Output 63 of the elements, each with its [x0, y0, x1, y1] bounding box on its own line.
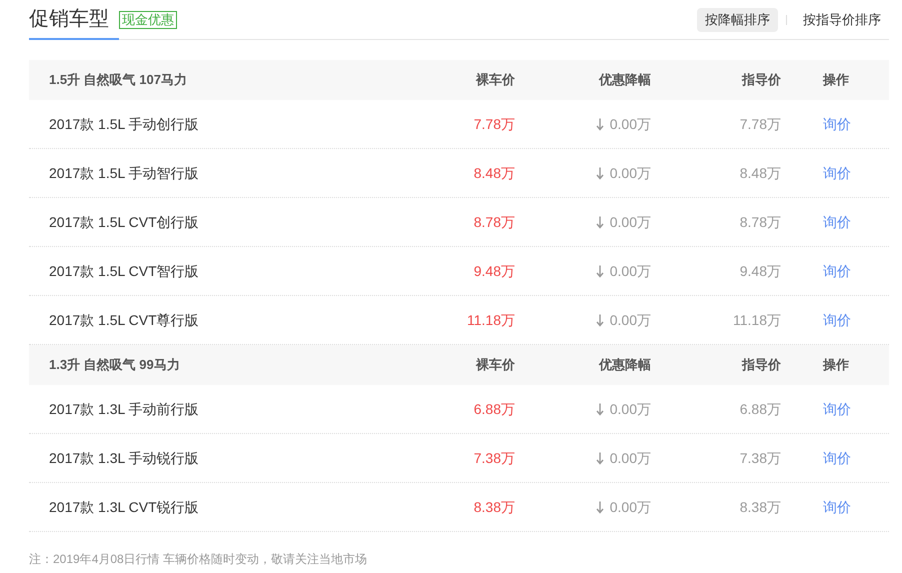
column-header: 优惠降幅 — [598, 356, 651, 374]
down-arrow-icon — [596, 314, 604, 326]
down-arrow-icon — [596, 166, 604, 180]
down-arrow-icon — [596, 216, 604, 228]
inquiry-link[interactable]: 询价 — [823, 496, 851, 518]
price-cell-text: 11.18万 — [466, 310, 515, 330]
column-header: 裸车价 — [474, 71, 515, 90]
inquiry-link[interactable]: 询价 — [823, 114, 851, 134]
model-name: 2017款 1.5L 手动创行版 — [48, 114, 200, 134]
inquiry-link[interactable]: 询价 — [823, 398, 851, 420]
down-arrow-icon — [596, 500, 604, 514]
guide-price-cell-text: 8.78万 — [738, 212, 781, 232]
model-name: 2017款 1.5L 手动智行版 — [48, 164, 200, 182]
down-arrow-icon — [596, 118, 604, 130]
sort-button[interactable]: 按指导价排序 — [795, 8, 889, 32]
guide-price-cell-text: 6.88万 — [738, 400, 781, 418]
price-cell-text: 9.48万 — [472, 262, 515, 280]
section-title[interactable]: 促销车型 — [29, 4, 109, 34]
column-header: 操作 — [823, 71, 849, 90]
sort-button[interactable]: 按降幅排序 — [697, 8, 778, 32]
inquiry-link[interactable]: 询价 — [823, 212, 851, 232]
engine-spec: 1.5升 自然吸气 107马力 — [48, 71, 188, 90]
column-header: 裸车价 — [474, 356, 515, 374]
guide-price-cell-text: 7.78万 — [738, 114, 781, 134]
inquiry-link[interactable]: 询价 — [823, 162, 851, 184]
guide-price-cell-text: 8.38万 — [738, 498, 781, 516]
cash-discount-tag: 现金优惠 — [119, 10, 177, 28]
price-cell-text: 6.88万 — [472, 400, 515, 418]
column-header: 操作 — [823, 356, 849, 374]
discount-cell-text: 0.00万 — [610, 164, 651, 182]
discount-cell-text: 0.00万 — [610, 310, 651, 330]
inquiry-link[interactable]: 询价 — [823, 260, 851, 282]
discount-cell-text: 0.00万 — [610, 114, 651, 134]
inquiry-link[interactable]: 询价 — [823, 448, 851, 468]
column-header: 指导价 — [740, 356, 781, 374]
model-name: 2017款 1.5L CVT智行版 — [48, 262, 200, 280]
price-cell-text: 8.48万 — [472, 164, 515, 182]
model-name: 2017款 1.3L CVT锐行版 — [48, 498, 200, 516]
discount-cell-text: 0.00万 — [610, 262, 651, 280]
price-cell-text: 7.78万 — [472, 114, 515, 134]
guide-price-cell-text: 8.48万 — [738, 164, 781, 182]
footnote: 注：2019年4月08日行情 车辆价格随时变动，敬请关注当地市场 — [29, 551, 368, 568]
model-name: 2017款 1.5L CVT创行版 — [48, 212, 200, 232]
inquiry-link[interactable]: 询价 — [823, 310, 851, 330]
model-name: 2017款 1.3L 手动锐行版 — [48, 448, 200, 468]
price-cell-text: 7.38万 — [472, 448, 515, 468]
down-arrow-icon — [596, 264, 604, 278]
column-header: 优惠降幅 — [598, 71, 651, 90]
down-arrow-icon — [596, 402, 604, 416]
guide-price-cell-text: 7.38万 — [738, 448, 781, 468]
model-name: 2017款 1.5L CVT尊行版 — [48, 310, 200, 330]
discount-cell-text: 0.00万 — [610, 448, 651, 468]
price-cell-text: 8.78万 — [472, 212, 515, 232]
discount-cell-text: 0.00万 — [610, 212, 651, 232]
down-arrow-icon — [596, 452, 604, 464]
column-header: 指导价 — [740, 71, 781, 90]
guide-price-cell-text: 11.18万 — [732, 310, 781, 330]
price-cell-text: 8.38万 — [472, 498, 515, 516]
discount-cell-text: 0.00万 — [610, 498, 651, 516]
discount-cell-text: 0.00万 — [610, 400, 651, 418]
guide-price-cell-text: 9.48万 — [738, 262, 781, 280]
model-name: 2017款 1.3L 手动前行版 — [48, 400, 200, 418]
engine-spec: 1.3升 自然吸气 99马力 — [48, 356, 181, 374]
